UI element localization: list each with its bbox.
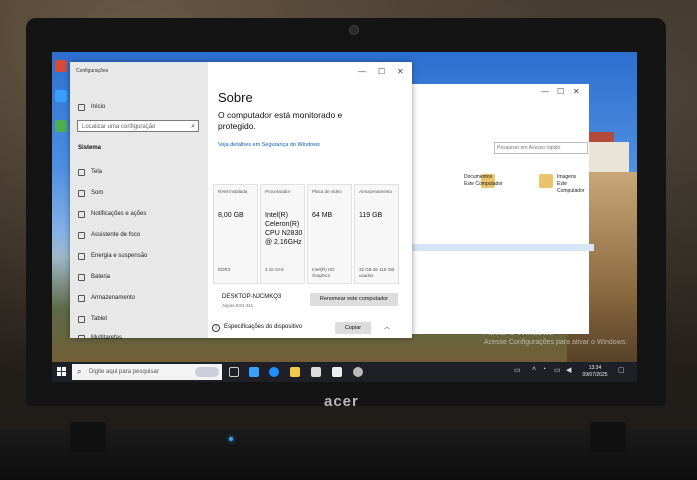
nav-item[interactable]: Tablet [91,316,107,322]
power-icon [78,253,85,260]
minimize-icon[interactable]: — [358,67,366,76]
cortana-icon[interactable] [195,367,219,377]
rename-pc-button[interactable]: Renomear este computador [310,293,398,306]
card-footer: 2.16 GHz [265,267,285,272]
tablet-icon [78,316,85,323]
card-label: RAM instalada [218,189,248,194]
mail-icon[interactable] [332,367,342,377]
protection-status: O computador está monitorado e protegido… [218,110,343,131]
edge-icon[interactable] [269,367,279,377]
file-explorer-icon[interactable] [290,367,300,377]
close-icon[interactable]: ✕ [573,87,580,96]
spec-card-storage: Armazenamento 119 GB 32 GB de 119 GB usa… [354,184,399,284]
taskbar: ⌕ Digite aqui para pesquisar ▭ ˄ ◔ ▭ ◀ 1… [52,362,637,382]
section-heading: Sistema [78,145,102,151]
battery-icon [78,274,85,281]
card-value: 8,00 GB [218,212,244,219]
nav-item[interactable]: Som [91,190,103,196]
notification-icon [78,211,85,218]
device-specs-heading: Especificações do dispositivo [224,324,303,330]
card-footer: Intel(R) HD Graphics [312,267,335,278]
nav-item[interactable]: Tela [91,169,102,175]
card-value: 64 MB [312,212,333,219]
nav-item[interactable]: Assistente de foco [91,232,140,238]
nav-item[interactable]: Multitarefas [91,335,122,341]
folder-icon [539,174,553,188]
nav-item[interactable]: Energia e suspensão [91,253,147,259]
hinge-right [590,422,626,452]
storage-icon [78,295,85,302]
moon-icon [78,232,85,239]
spec-card-ram: RAM instalada 8,00 GB DDR3 [213,184,258,284]
device-model: Aspire ES1-311 [222,303,254,308]
chevron-up-icon[interactable]: ˄ [532,366,536,373]
task-view-icon[interactable] [229,367,239,377]
notification-tray-icon[interactable]: ▭ [514,366,521,374]
webcam [349,25,359,35]
device-name: DESKTOP-NJCMKQ3 [222,294,282,300]
card-label: Placa de vídeo [312,189,342,194]
desktop-icon[interactable] [55,120,67,132]
window-title: Configurações [76,68,109,74]
sound-icon [78,190,85,197]
windows-start-icon[interactable] [57,367,66,376]
chevron-up-icon[interactable]: ︿ [384,322,390,331]
nav-item[interactable]: Armazenamento [91,295,135,301]
home-icon [78,104,85,111]
spec-card-cpu: Processador Intel(R) Celeron(R) CPU N283… [260,184,305,284]
settings-sidebar: Configurações Início Localizar uma confi… [70,62,208,342]
multitask-icon [78,335,85,342]
power-led [229,437,233,441]
card-label: Armazenamento [359,189,393,194]
activation-watermark-text: Acesse Configurações para ativar o Windo… [484,339,628,346]
app-icon[interactable] [249,367,259,377]
copy-button[interactable]: Copiar [335,322,371,334]
volume-icon[interactable]: ◀ [566,366,571,374]
quick-access-item[interactable]: Documentos Este Computador [464,174,503,188]
display-icon [78,169,85,176]
search-icon: ⌕ [77,367,82,376]
explorer-search-input[interactable]: Pesquisar em Acesso rápido [494,142,588,154]
taskbar-search-input[interactable]: ⌕ Digite aqui para pesquisar [72,364,222,380]
maximize-icon[interactable]: ☐ [378,67,385,76]
card-value: Intel(R) Celeron(R) CPU N2830 @ 2.16GHz [265,212,303,246]
selected-row[interactable] [409,244,594,251]
hinge-left [70,422,106,452]
desktop-icon[interactable] [55,90,67,102]
quick-access-item[interactable]: Imagens Este Computador [557,174,589,195]
nav-home[interactable]: Início [91,104,105,110]
spec-card-gpu: Placa de vídeo 64 MB Intel(R) HD Graphic… [307,184,352,284]
battery-icon[interactable]: ▭ [554,366,561,374]
desktop-icon[interactable] [55,60,67,72]
card-footer: 32 GB de 119 GB usados [359,267,395,278]
close-icon[interactable]: ✕ [397,67,404,76]
brand-logo: acer [324,393,359,410]
desktop-icons [55,60,69,150]
screen: — ☐ ✕ Pesquisar em Acesso rápido Documen… [52,52,637,382]
settings-search-input[interactable]: Localizar uma configuração ⌕ [77,120,199,132]
search-icon[interactable]: ⌕ [191,121,195,133]
info-icon: i [212,324,220,332]
settings-gear-icon[interactable] [353,367,363,377]
maximize-icon[interactable]: ☐ [557,87,564,96]
card-value: 119 GB [359,212,383,219]
settings-content: — ☐ ✕ Sobre O computador está monitorado… [208,62,412,338]
file-explorer-window: — ☐ ✕ Pesquisar em Acesso rápido Documen… [408,84,594,334]
nav-item[interactable]: Notificações e ações [91,211,146,217]
action-center-icon[interactable]: ▢ [618,366,625,374]
nav-item[interactable]: Bateria [91,274,110,280]
activation-watermark-title: Ativar o Windows [484,327,554,337]
system-clock[interactable]: 13:34 09/07/2025 [580,365,610,379]
network-icon[interactable]: ◔ [542,366,546,373]
settings-window: Configurações Início Localizar uma confi… [70,62,412,342]
minimize-icon[interactable]: — [541,87,549,96]
card-footer: DDR3 [218,267,231,272]
store-icon[interactable] [311,367,321,377]
card-label: Processador [265,189,291,194]
page-title: Sobre [218,90,253,105]
security-details-link[interactable]: Veja detalhes em Segurança do Windows [218,142,320,148]
